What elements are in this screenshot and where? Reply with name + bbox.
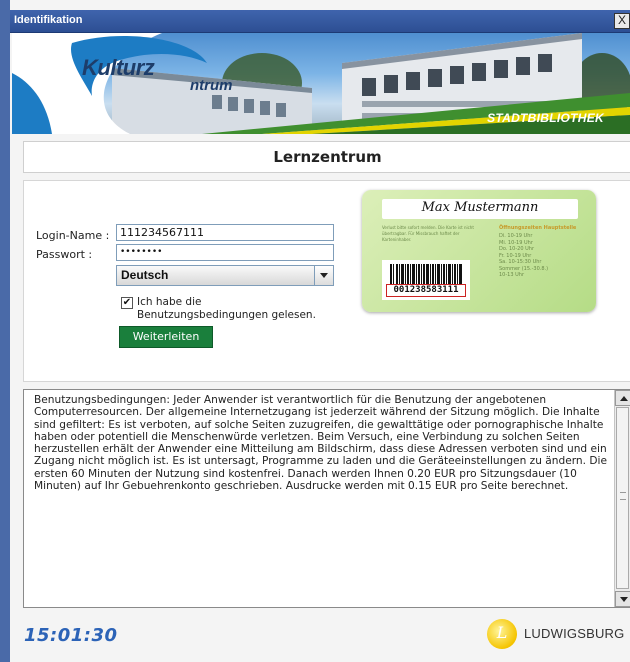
scroll-up-icon[interactable] bbox=[615, 390, 630, 406]
password-input[interactable]: •••••••• bbox=[116, 244, 334, 261]
login-name-input[interactable]: 111234567111 bbox=[116, 224, 334, 241]
chevron-down-icon[interactable] bbox=[314, 266, 333, 285]
ludwigsburg-logo-icon: L bbox=[487, 619, 517, 649]
page-title-box: Lernzentrum bbox=[23, 141, 630, 173]
card-hours-line: 10-13 Uhr bbox=[499, 272, 525, 278]
stadtbibliothek-label: STADTBIBLIOTHEK bbox=[487, 111, 604, 125]
terms-textarea[interactable]: Benutzungsbedingungen: Jeder Anwender is… bbox=[23, 389, 630, 608]
title-bar: Identifikation X bbox=[10, 10, 630, 33]
barcode-icon bbox=[390, 264, 462, 284]
grip-icon bbox=[620, 492, 626, 500]
card-hours-title: Öffnungszeiten Hauptstelle bbox=[499, 225, 577, 231]
card-name-box: Max Mustermann bbox=[382, 199, 578, 219]
card-small-text: Verlust bitte sofort melden. Die Karte i… bbox=[382, 225, 474, 242]
language-select[interactable]: Deutsch bbox=[116, 265, 334, 286]
login-name-label: Login-Name : bbox=[36, 229, 110, 242]
banner-image: Kulturz ntrum STADTBIBLIOTHEK bbox=[12, 33, 630, 134]
agree-label: Ich habe die Benutzungsbedingungen geles… bbox=[137, 296, 316, 321]
banner-logo-text-2: ntrum bbox=[190, 77, 233, 94]
scroll-down-icon[interactable] bbox=[615, 591, 630, 607]
window: Identifikation X Kulturz ntrum STADTBIBL… bbox=[0, 0, 630, 662]
continue-button[interactable]: Weiterleiten bbox=[119, 326, 213, 348]
window-border bbox=[0, 0, 10, 662]
terms-scrollbar[interactable] bbox=[614, 390, 630, 607]
card-name: Max Mustermann bbox=[421, 200, 539, 215]
page-title: Lernzentrum bbox=[273, 148, 382, 166]
logo-glyph: L bbox=[496, 623, 508, 642]
barcode-box: 001238583111 bbox=[382, 260, 470, 300]
terms-text: Benutzungsbedingungen: Jeder Anwender is… bbox=[34, 394, 607, 493]
clock: 15:01:30 bbox=[24, 625, 118, 646]
card-hours: Di. 10-19 Uhr Mi. 10-19 Uhr Do. 10-20 Uh… bbox=[499, 233, 591, 279]
barcode-number: 001238583111 bbox=[386, 284, 466, 297]
language-select-value: Deutsch bbox=[121, 268, 169, 282]
library-card-image: Max Mustermann Verlust bitte sofort meld… bbox=[362, 190, 596, 312]
password-label: Passwort : bbox=[36, 248, 93, 261]
window-title: Identifikation bbox=[14, 14, 83, 26]
banner-logo-text: Kulturz bbox=[82, 55, 155, 80]
scrollbar-thumb[interactable] bbox=[616, 407, 629, 589]
agree-checkbox[interactable]: ✔ bbox=[121, 297, 133, 309]
close-icon[interactable]: X bbox=[614, 13, 630, 29]
ludwigsburg-label: LUDWIGSBURG bbox=[524, 626, 625, 641]
